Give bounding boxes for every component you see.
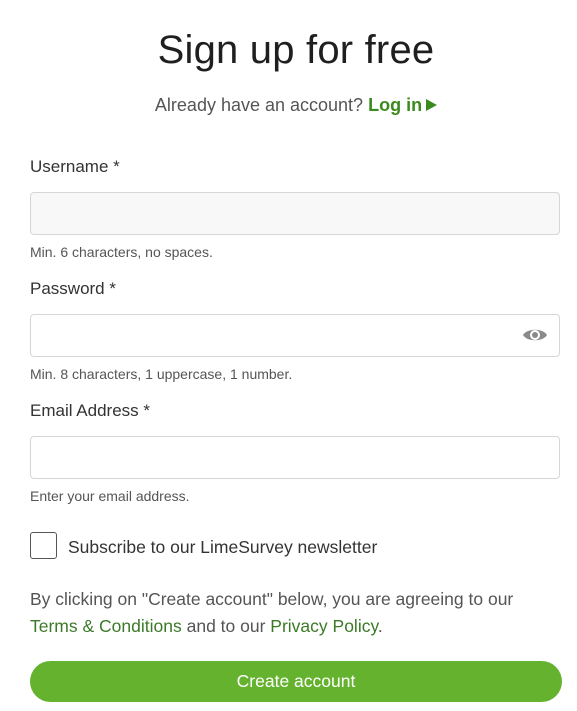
newsletter-label[interactable]: Subscribe to our LimeSurvey newsletter <box>68 537 377 558</box>
login-prompt-text: Already have an account? <box>154 95 364 115</box>
login-prompt-line: Already have an account? Log in <box>30 95 562 116</box>
login-link-label: Log in <box>368 95 423 115</box>
username-hint: Min. 6 characters, no spaces. <box>30 244 213 260</box>
privacy-policy-link[interactable]: Privacy Policy <box>270 616 378 636</box>
terms-link[interactable]: Terms & Conditions <box>30 616 182 636</box>
email-input[interactable] <box>30 436 560 479</box>
play-arrow-icon <box>426 99 438 111</box>
newsletter-checkbox[interactable] <box>30 532 57 559</box>
password-input[interactable] <box>30 314 560 357</box>
password-hint: Min. 8 characters, 1 uppercase, 1 number… <box>30 366 293 382</box>
password-field-wrapper <box>30 314 560 357</box>
agreement-suffix: . <box>377 616 383 636</box>
username-label: Username * <box>30 157 120 176</box>
password-label: Password * <box>30 279 116 298</box>
create-account-button[interactable]: Create account <box>30 661 562 702</box>
agreement-middle: and to our <box>186 616 266 636</box>
username-input[interactable] <box>30 192 560 235</box>
eye-icon[interactable] <box>522 326 548 344</box>
email-hint: Enter your email address. <box>30 488 190 504</box>
agreement-prefix: By clicking on "Create account" below, y… <box>30 589 514 609</box>
email-label: Email Address * <box>30 401 150 420</box>
agreement-text: By clicking on "Create account" below, y… <box>30 586 570 640</box>
login-link[interactable]: Log in <box>368 95 438 115</box>
page-title: Sign up for free <box>157 28 435 72</box>
